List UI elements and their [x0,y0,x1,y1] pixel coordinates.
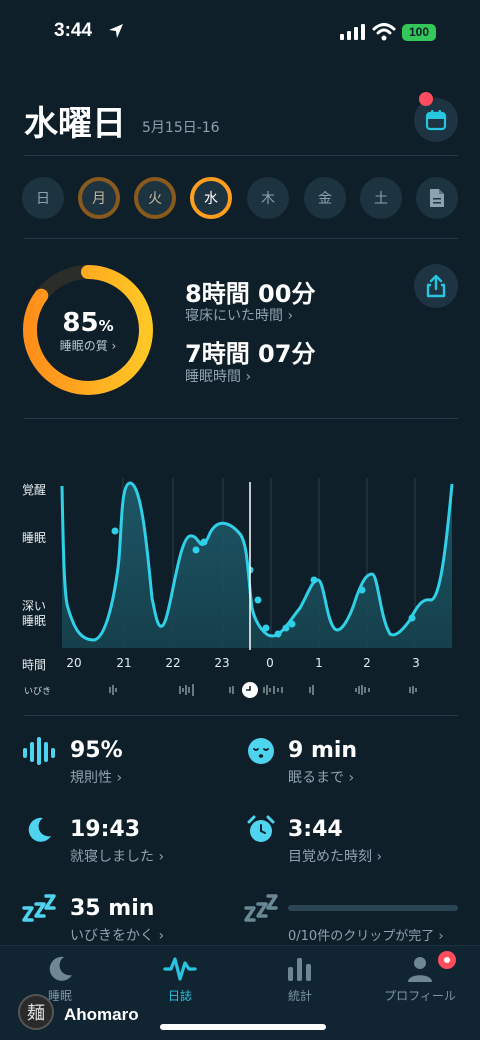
clips-progress-bar [288,905,458,911]
divider [24,155,458,156]
sleep-quality-score: 85% [62,308,114,338]
snoring-link[interactable]: いびきをかく › [70,925,164,945]
asleep-value: 7時間 07分 [185,340,316,368]
y-label-sleep: 睡眠 [22,531,47,545]
alarm-clock-icon [244,813,278,847]
x-axis-title: 時間 [22,658,47,672]
regularity-icon [22,734,56,768]
profile-notification-badge [438,951,456,969]
watermark-name: Ahomaro [64,1005,139,1024]
week-day-thu[interactable]: 木 [247,177,289,219]
divider [24,715,458,716]
page-title: 水曜日 [24,104,126,144]
in-bed-value: 8時間 00分 [185,280,316,308]
person-icon [408,957,432,982]
tab-label: プロフィール [384,989,456,1003]
hour-label: 23 [214,656,230,670]
tab-stats[interactable]: 統計 [240,955,360,1004]
week-day-fri[interactable]: 金 [304,177,346,219]
in-bed-link[interactable]: 寝床にいた時間 › [185,305,293,325]
document-icon [430,189,444,207]
tab-label: 統計 [287,989,312,1003]
snoring-icon [22,892,56,926]
week-report-button[interactable] [416,177,458,219]
location-arrow-icon [109,24,123,38]
share-button[interactable] [414,264,458,308]
fall-asleep-link[interactable]: 眠るまで › [288,767,354,787]
share-icon [426,274,446,298]
y-label-deep-2: 睡眠 [22,614,47,628]
tab-profile[interactable]: プロフィール [360,955,480,1004]
hour-label: 1 [315,656,323,670]
bedtime-value: 19:43 [70,817,141,842]
week-day-sat[interactable]: 土 [360,177,402,219]
sleep-stage-chart[interactable] [60,478,456,678]
hour-label: 2 [363,656,371,670]
snore-timeline[interactable] [60,678,456,702]
hour-label: 3 [412,656,420,670]
tab-label: 日誌 [167,989,192,1003]
wifi-icon [372,23,396,41]
hour-label: 0 [266,656,274,670]
snoring-clips-icon [244,892,278,926]
home-indicator [160,1024,326,1030]
battery-indicator: 100 [402,24,436,41]
tab-journal[interactable]: 日誌 [120,955,240,1004]
waveform-icon [163,957,197,981]
bar-chart-icon [288,958,311,981]
sleeping-face-icon [244,734,278,768]
week-day-mon[interactable]: 月 [78,177,120,219]
hour-label: 20 [66,656,82,670]
hour-label: 21 [116,656,132,670]
notification-dot [419,92,433,106]
y-label-awake: 覚醒 [22,483,47,497]
calendar-icon [425,110,447,131]
moon-icon [22,813,56,847]
regularity-value: 95% [70,738,123,763]
week-day-wed[interactable]: 水 [190,177,232,219]
divider [24,238,458,239]
tab-sleep[interactable]: 睡眠 [0,955,120,1004]
calendar-button[interactable] [414,98,458,142]
watermark-badge: 麺 [18,994,54,1030]
status-time: 3:44 [54,20,93,41]
snoring-value: 35 min [70,896,155,921]
wake-value: 3:44 [288,817,343,842]
moon-icon [49,956,72,981]
regularity-link[interactable]: 規則性 › [70,767,122,787]
week-day-sun[interactable]: 日 [22,177,64,219]
sleep-quality-link[interactable]: 睡眠の質 › [50,337,126,354]
snore-row-label: いびき [24,687,52,697]
date-range: 5月15日-16 [142,120,220,136]
asleep-link[interactable]: 睡眠時間 › [185,366,251,386]
divider [24,418,458,419]
fall-asleep-value: 9 min [288,738,358,763]
cellular-signal-icon [340,24,365,40]
bedtime-link[interactable]: 就寝しました › [70,846,164,866]
hour-label: 22 [165,656,181,670]
tab-label: 睡眠 [47,989,72,1003]
wake-link[interactable]: 目覚めた時刻 › [288,846,382,866]
clips-link[interactable]: 0/10件のクリップが完了 › [288,925,444,944]
week-day-tue[interactable]: 火 [134,177,176,219]
